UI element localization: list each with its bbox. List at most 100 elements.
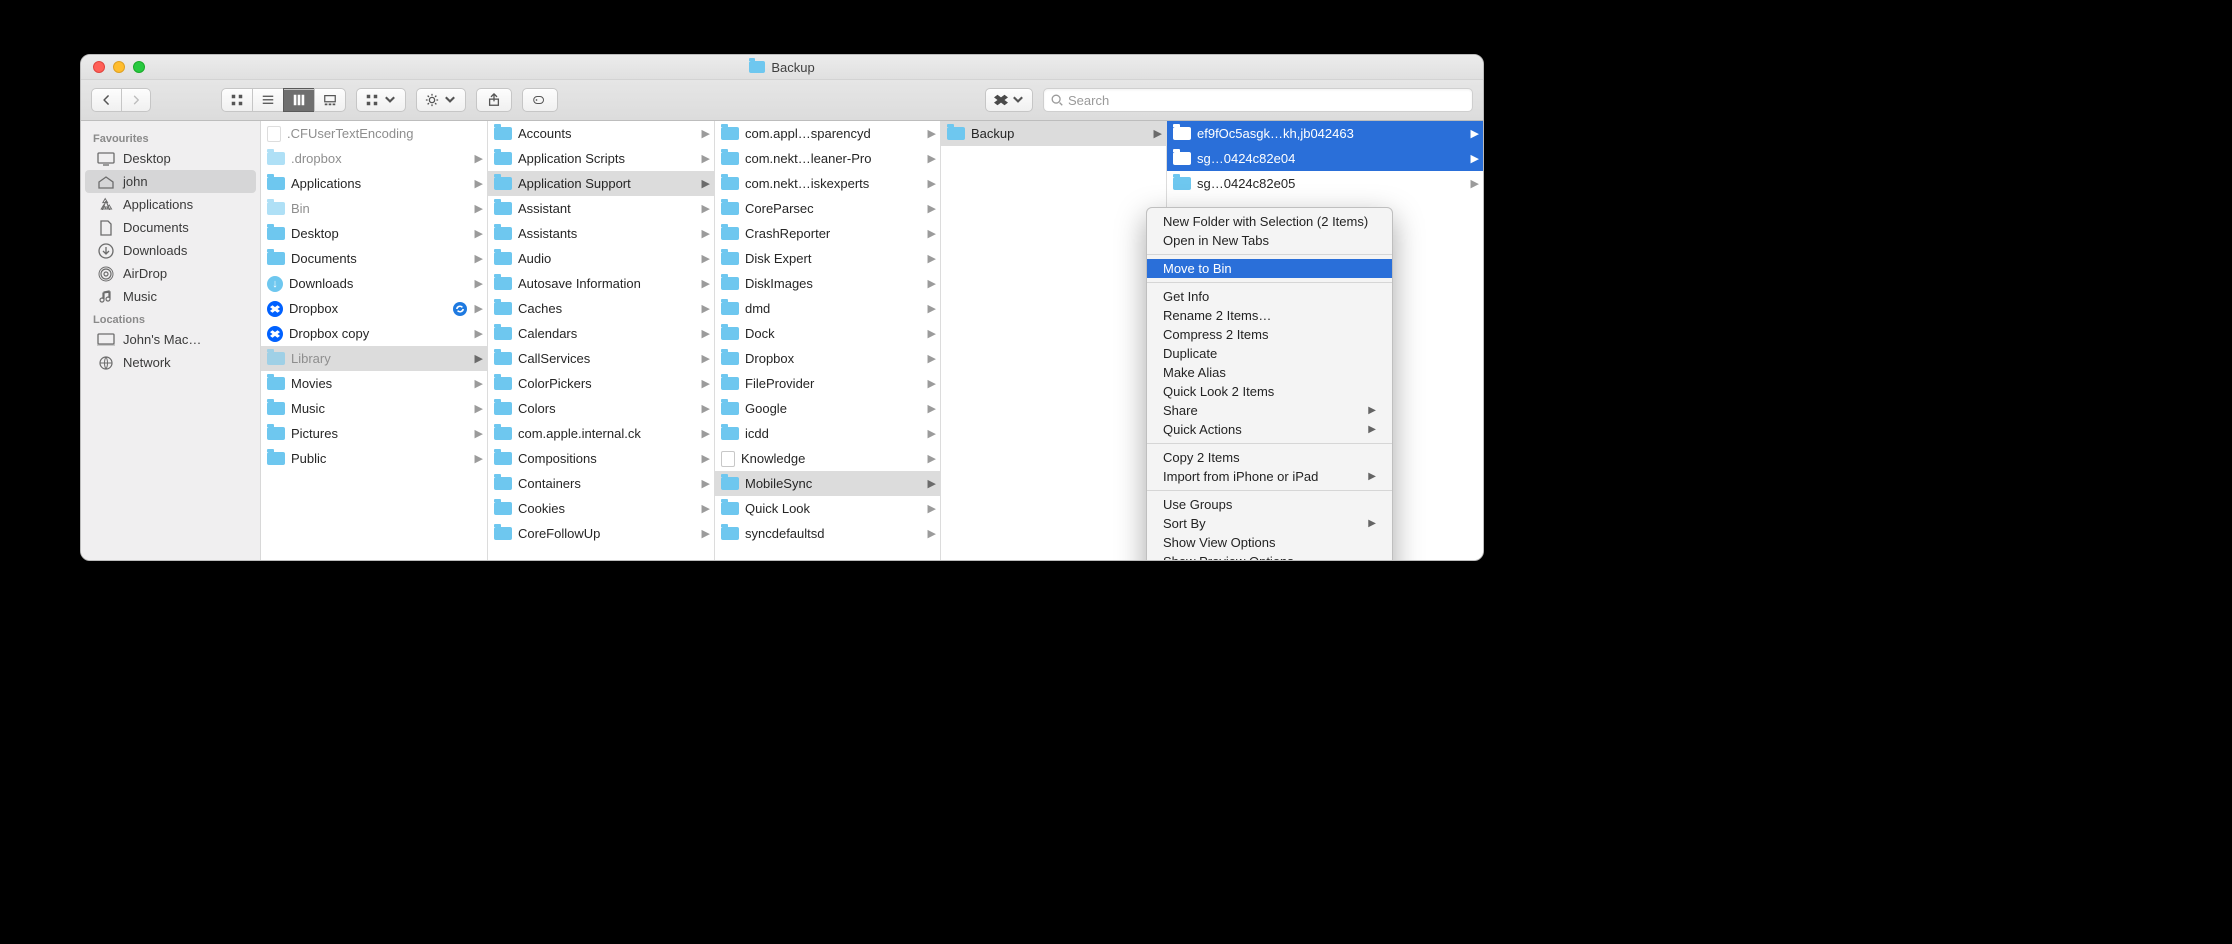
column-view-button[interactable]: [283, 88, 314, 112]
file-row[interactable]: icdd▶: [715, 421, 940, 446]
file-row[interactable]: com.nekt…iskexperts▶: [715, 171, 940, 196]
menu-item[interactable]: Make Alias: [1147, 363, 1392, 382]
sidebar-item[interactable]: Desktop: [85, 147, 256, 170]
search-input[interactable]: Search: [1043, 88, 1473, 112]
file-row[interactable]: Dropbox▶: [261, 296, 487, 321]
sidebar-item[interactable]: Documents: [85, 216, 256, 239]
file-row[interactable]: CoreFollowUp▶: [488, 521, 714, 546]
action-button[interactable]: [416, 88, 466, 112]
file-row[interactable]: Music▶: [261, 396, 487, 421]
menu-item[interactable]: Rename 2 Items…: [1147, 306, 1392, 325]
file-row[interactable]: ef9fOc5asgk…kh,jb042463▶: [1167, 121, 1483, 146]
file-row[interactable]: Compositions▶: [488, 446, 714, 471]
file-row[interactable]: syncdefaultsd▶: [715, 521, 940, 546]
file-row[interactable]: Assistant▶: [488, 196, 714, 221]
file-row[interactable]: Library▶: [261, 346, 487, 371]
menu-item[interactable]: Open in New Tabs: [1147, 231, 1392, 250]
menu-item[interactable]: Compress 2 Items: [1147, 325, 1392, 344]
menu-item[interactable]: New Folder with Selection (2 Items): [1147, 212, 1392, 231]
menu-item[interactable]: Show View Options: [1147, 533, 1392, 552]
share-button[interactable]: [476, 88, 512, 112]
sidebar-item[interactable]: Network: [85, 351, 256, 374]
gallery-view-button[interactable]: [314, 88, 346, 112]
file-row[interactable]: Google▶: [715, 396, 940, 421]
file-row[interactable]: Desktop▶: [261, 221, 487, 246]
file-row[interactable]: MobileSync▶: [715, 471, 940, 496]
file-row[interactable]: Backup▶: [941, 121, 1166, 146]
file-row[interactable]: Audio▶: [488, 246, 714, 271]
file-row[interactable]: Assistants▶: [488, 221, 714, 246]
menu-item-label: Compress 2 Items: [1163, 327, 1268, 342]
menu-item[interactable]: Use Groups: [1147, 495, 1392, 514]
file-row[interactable]: ColorPickers▶: [488, 371, 714, 396]
file-row[interactable]: Bin▶: [261, 196, 487, 221]
menu-item[interactable]: Share▶: [1147, 401, 1392, 420]
dropbox-toolbar-button[interactable]: [985, 88, 1033, 112]
menu-item[interactable]: Quick Actions▶: [1147, 420, 1392, 439]
file-row[interactable]: Dock▶: [715, 321, 940, 346]
file-row[interactable]: sg…0424c82e04▶: [1167, 146, 1483, 171]
file-row[interactable]: CrashReporter▶: [715, 221, 940, 246]
menu-item[interactable]: Duplicate: [1147, 344, 1392, 363]
file-row[interactable]: Dropbox copy▶: [261, 321, 487, 346]
column[interactable]: Accounts▶Application Scripts▶Application…: [488, 121, 715, 560]
forward-button[interactable]: [121, 88, 151, 112]
sidebar-item[interactable]: AirDrop: [85, 262, 256, 285]
file-row[interactable]: DiskImages▶: [715, 271, 940, 296]
menu-item[interactable]: Copy 2 Items: [1147, 448, 1392, 467]
zoom-button[interactable]: [133, 61, 145, 73]
file-row[interactable]: Containers▶: [488, 471, 714, 496]
menu-item[interactable]: Move to Bin: [1147, 259, 1392, 278]
file-row[interactable]: Quick Look▶: [715, 496, 940, 521]
file-row[interactable]: ↓Downloads▶: [261, 271, 487, 296]
group-by-button[interactable]: [356, 88, 406, 112]
file-row[interactable]: com.appl…sparencyd▶: [715, 121, 940, 146]
file-row[interactable]: Cookies▶: [488, 496, 714, 521]
folder-icon: [721, 152, 739, 165]
file-row[interactable]: .dropbox▶: [261, 146, 487, 171]
file-row[interactable]: Accounts▶: [488, 121, 714, 146]
file-row[interactable]: Application Scripts▶: [488, 146, 714, 171]
file-row[interactable]: sg…0424c82e05▶: [1167, 171, 1483, 196]
file-row[interactable]: Disk Expert▶: [715, 246, 940, 271]
file-row[interactable]: .CFUserTextEncoding: [261, 121, 487, 146]
minimize-button[interactable]: [113, 61, 125, 73]
sidebar-item[interactable]: John's Mac…: [85, 328, 256, 351]
sidebar-item[interactable]: Music: [85, 285, 256, 308]
file-row[interactable]: com.apple.internal.ck▶: [488, 421, 714, 446]
file-row[interactable]: CoreParsec▶: [715, 196, 940, 221]
menu-item[interactable]: Quick Look 2 Items: [1147, 382, 1392, 401]
file-row[interactable]: Documents▶: [261, 246, 487, 271]
list-view-button[interactable]: [252, 88, 283, 112]
file-row[interactable]: CallServices▶: [488, 346, 714, 371]
file-row[interactable]: Application Support▶: [488, 171, 714, 196]
file-row[interactable]: Autosave Information▶: [488, 271, 714, 296]
file-row[interactable]: dmd▶: [715, 296, 940, 321]
file-row[interactable]: Applications▶: [261, 171, 487, 196]
file-row[interactable]: Caches▶: [488, 296, 714, 321]
tags-button[interactable]: [522, 88, 558, 112]
sidebar-item[interactable]: Downloads: [85, 239, 256, 262]
sidebar-item[interactable]: john: [85, 170, 256, 193]
file-row[interactable]: Knowledge▶: [715, 446, 940, 471]
file-row[interactable]: Pictures▶: [261, 421, 487, 446]
menu-item[interactable]: Show Preview Options: [1147, 552, 1392, 561]
column[interactable]: .CFUserTextEncoding.dropbox▶Applications…: [261, 121, 488, 560]
menu-item[interactable]: Get Info: [1147, 287, 1392, 306]
file-row[interactable]: FileProvider▶: [715, 371, 940, 396]
column[interactable]: com.appl…sparencyd▶com.nekt…leaner-Pro▶c…: [715, 121, 941, 560]
file-row[interactable]: com.nekt…leaner-Pro▶: [715, 146, 940, 171]
close-button[interactable]: [93, 61, 105, 73]
file-row[interactable]: Dropbox▶: [715, 346, 940, 371]
file-row[interactable]: Colors▶: [488, 396, 714, 421]
menu-item[interactable]: Sort By▶: [1147, 514, 1392, 533]
icon-view-button[interactable]: [221, 88, 252, 112]
column[interactable]: Backup▶: [941, 121, 1167, 560]
sidebar-item[interactable]: AApplications: [85, 193, 256, 216]
file-row[interactable]: Movies▶: [261, 371, 487, 396]
folder-icon: [494, 527, 512, 540]
file-row[interactable]: Public▶: [261, 446, 487, 471]
file-row[interactable]: Calendars▶: [488, 321, 714, 346]
back-button[interactable]: [91, 88, 121, 112]
menu-item[interactable]: Import from iPhone or iPad▶: [1147, 467, 1392, 486]
